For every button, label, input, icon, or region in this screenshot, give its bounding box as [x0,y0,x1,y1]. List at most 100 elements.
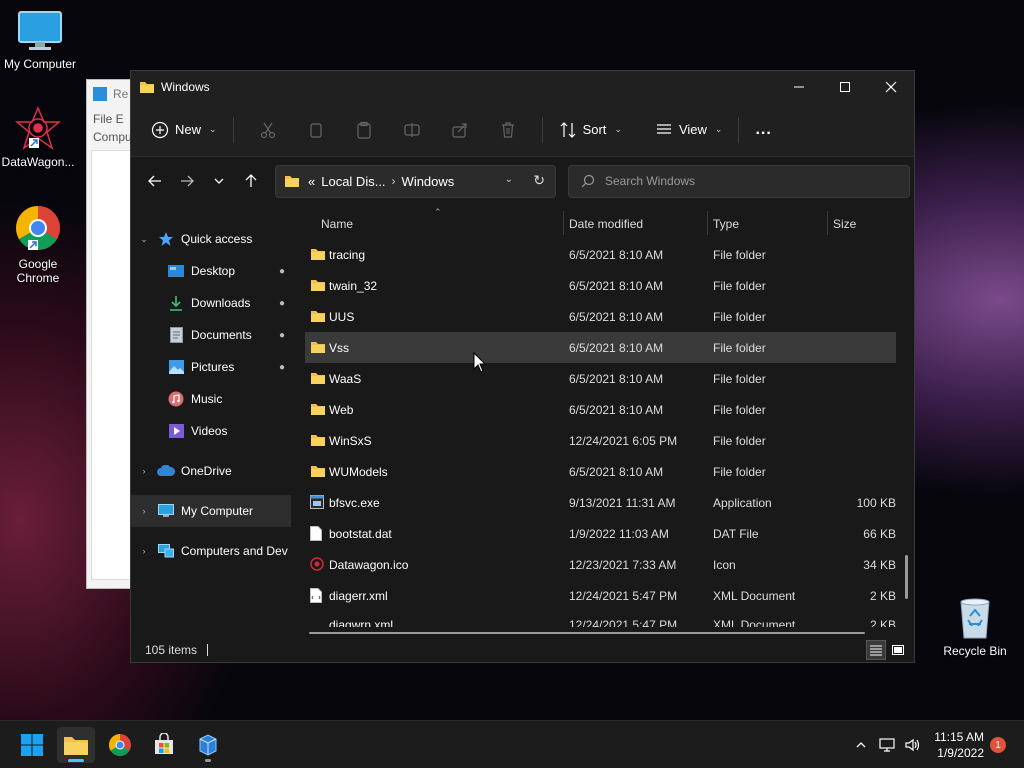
breadcrumb-windows[interactable]: Windows [402,174,455,189]
background-window-titlebar: Re [87,80,135,108]
nav-videos[interactable]: Videos [131,415,291,447]
table-row[interactable]: diagerr.xml 12/24/2021 5:47 PM XML Documen… [305,580,896,611]
chevron-down-icon[interactable]: ⌄ [131,234,157,245]
background-window[interactable]: Re File E Compu [86,79,136,589]
command-bar: New ⌄ Sort ⌄ View ⌄ ... [131,103,914,157]
file-name: Datawagon.ico [329,557,409,572]
table-row[interactable]: tracing 6/5/2021 8:10 AM File folder [305,239,896,270]
column-divider[interactable] [827,211,828,235]
address-bar[interactable]: « Local Dis... › Windows ⌄ ↻ [275,164,556,198]
copy-icon [309,122,322,138]
table-row[interactable]: bfsvc.exe 9/13/2021 11:31 AM Application 10… [305,487,896,518]
close-button[interactable] [868,71,914,103]
paste-button[interactable] [340,114,388,146]
start-button[interactable] [13,727,51,763]
column-divider[interactable] [563,211,564,235]
share-button[interactable] [436,114,484,146]
taskbar-store[interactable] [145,727,183,763]
table-row[interactable]: diagwrn.xml 12/24/2021 5:47 PM XML Docum… [305,617,896,628]
nav-downloads[interactable]: Downloads ● [131,287,291,319]
volume-button[interactable] [900,729,926,761]
nav-music[interactable]: Music [131,383,291,415]
nav-pictures[interactable]: Pictures ● [131,351,291,383]
table-row[interactable]: bootstat.dat 1/9/2022 11:03 AM DAT File 66 … [305,518,896,549]
nav-computers-devices[interactable]: › Computers and Dev [131,535,291,567]
show-hidden-icons-button[interactable] [848,729,874,761]
recent-locations-button[interactable] [203,166,235,196]
partially-visible-row[interactable]: diagwrn.xml 12/24/2021 5:47 PM XML Docum… [305,617,896,628]
datawagon-icon [199,734,217,756]
maximize-button[interactable] [822,71,868,103]
breadcrumb-overflow[interactable]: « [308,174,315,189]
rename-button[interactable] [388,114,436,146]
start-icon [21,734,43,756]
table-row[interactable]: WaaS 6/5/2021 8:10 AM File folder [305,363,896,394]
taskbar-file-explorer[interactable] [57,727,95,763]
chevron-right-icon[interactable]: › [131,546,157,556]
file-date: 6/5/2021 8:10 AM [569,402,664,417]
table-row[interactable]: Vss 6/5/2021 8:10 AM File folder [305,332,896,363]
window-title: Windows [161,80,210,94]
more-options-button[interactable]: ... [749,114,777,146]
pin-icon: ● [278,361,285,373]
chevron-right-icon[interactable]: › [131,506,157,516]
file-type: File folder [713,247,766,262]
nav-quick-access[interactable]: ⌄ Quick access [131,223,291,255]
minimize-button[interactable] [776,71,822,103]
taskbar-datawagon[interactable] [189,727,227,763]
title-bar[interactable]: Windows [131,71,914,103]
plus-circle-icon [151,121,169,138]
nav-onedrive[interactable]: › OneDrive [131,455,291,487]
chevron-right-icon[interactable]: › [131,466,157,476]
vertical-scrollbar[interactable] [905,555,908,599]
nav-desktop[interactable]: Desktop ● [131,255,291,287]
column-header-size[interactable]: Size [833,217,856,231]
desktop-icon-chrome[interactable]: Google Chrome [0,204,78,285]
desktop-icon-my-computer[interactable]: My Computer [0,10,80,71]
background-window-menu[interactable]: File E [87,108,135,130]
network-icon [879,738,895,752]
large-icons-view-button[interactable] [888,640,908,660]
desktop-icon-recycle-bin[interactable]: Recycle Bin [940,596,1010,658]
table-row[interactable]: WinSxS 12/24/2021 6:05 PM File folder [305,425,896,456]
network-button[interactable] [874,729,900,761]
search-input[interactable] [605,174,885,188]
file-name: bfsvc.exe [329,495,380,510]
table-row[interactable]: UUS 6/5/2021 8:10 AM File folder [305,301,896,332]
delete-button[interactable] [484,114,532,146]
nav-my-computer[interactable]: › My Computer [131,495,291,527]
desktop-icon-datawagon[interactable]: DataWagon... [0,106,78,169]
table-row[interactable]: Web 6/5/2021 8:10 AM File folder [305,394,896,425]
file-type: File folder [713,402,766,417]
clock[interactable]: 11:15 AM 1/9/2022 [934,729,984,761]
details-view-button[interactable] [866,640,886,660]
column-divider[interactable] [707,211,708,235]
file-date: 6/5/2021 8:10 AM [569,278,664,293]
table-row[interactable]: twain_32 6/5/2021 8:10 AM File folder [305,270,896,301]
column-header-date[interactable]: Date modified [569,217,643,231]
sort-button[interactable]: Sort ⌄ [553,114,628,146]
copy-button[interactable] [292,114,340,146]
column-header-name[interactable]: Name [321,217,353,231]
view-button[interactable]: View ⌄ [649,114,729,146]
horizontal-scrollbar[interactable] [309,632,865,634]
notification-badge[interactable]: 1 [990,737,1006,753]
file-name: Vss [329,340,350,355]
column-header-type[interactable]: Type [713,217,739,231]
refresh-button[interactable]: ↻ [533,172,545,189]
back-button[interactable] [139,166,171,196]
nav-documents[interactable]: Documents ● [131,319,291,351]
table-row[interactable]: Datawagon.ico 12/23/2021 7:33 AM Icon 34 KB [305,549,896,580]
cut-button[interactable] [244,114,292,146]
address-dropdown-button[interactable]: ⌄ [505,174,513,185]
table-row[interactable]: WUModels 6/5/2021 8:10 AM File folder [305,456,896,487]
active-indicator [68,759,84,762]
file-explorer-icon [64,737,88,755]
search-box[interactable] [568,164,910,198]
new-button[interactable]: New ⌄ [145,114,223,146]
forward-button[interactable] [171,166,203,196]
folder-icon [310,402,326,416]
taskbar-chrome[interactable] [101,727,139,763]
up-button[interactable] [235,166,267,196]
breadcrumb-local-disk[interactable]: Local Dis... [321,174,385,189]
